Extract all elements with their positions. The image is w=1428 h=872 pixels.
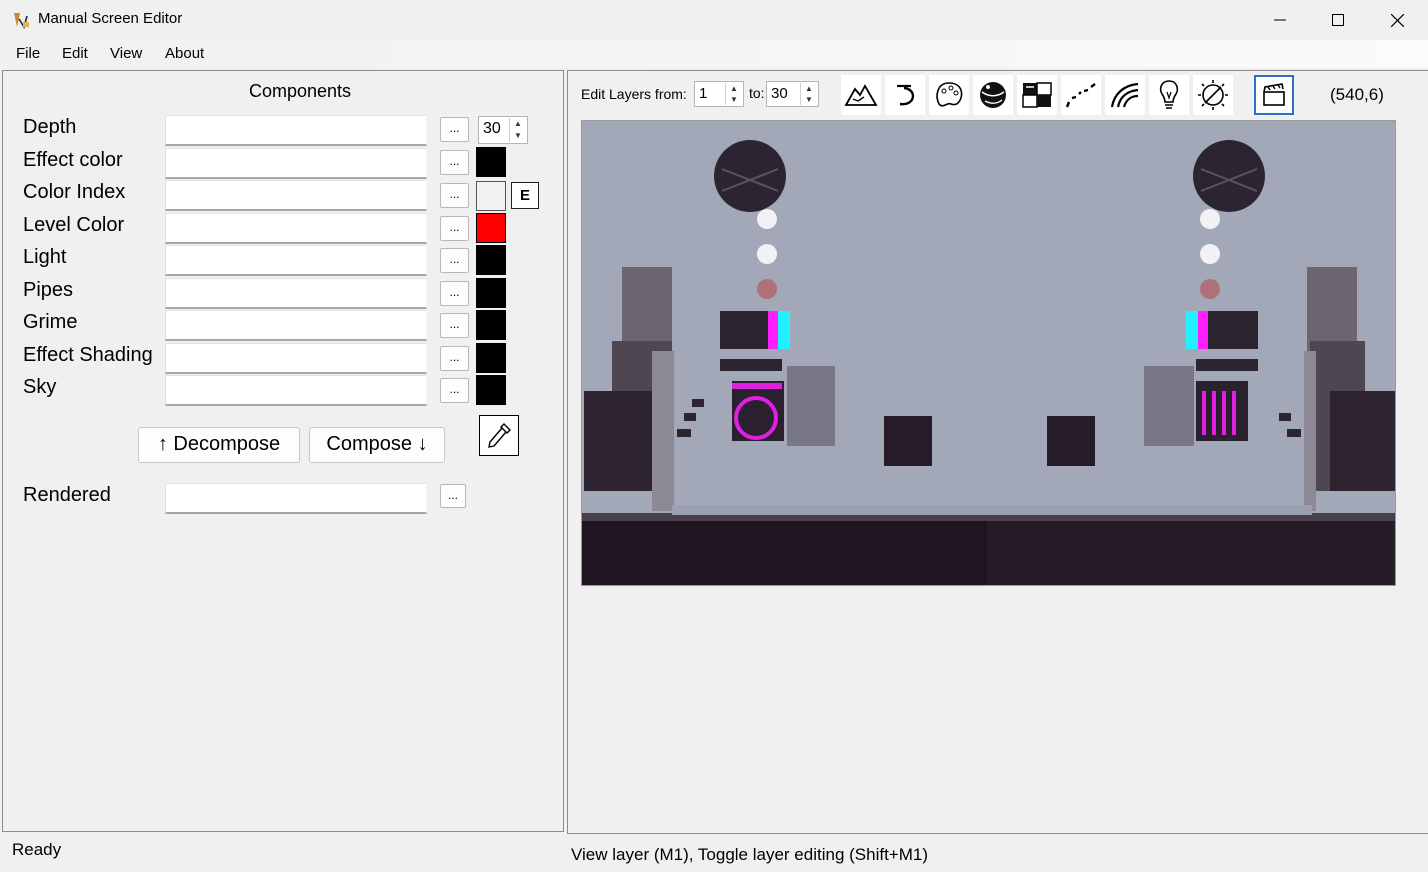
- sun-tool-button[interactable]: [1193, 75, 1233, 115]
- eyedropper-icon: [488, 423, 511, 448]
- row-label: Grime: [23, 311, 78, 333]
- pipes-field[interactable]: [165, 278, 427, 309]
- title-bar: Manual Screen Editor: [0, 0, 1428, 40]
- mountain-icon: [844, 84, 878, 106]
- status-ready: Ready: [12, 840, 62, 859]
- cursor-coordinates: (540,6): [1330, 85, 1384, 104]
- level-preview-image: [582, 121, 1395, 585]
- grime-field[interactable]: [165, 310, 427, 341]
- sky-swatch[interactable]: [476, 375, 506, 405]
- globe-tool-button[interactable]: [973, 75, 1013, 115]
- main-window: Manual Screen Editor File Edit View Abou…: [0, 0, 1428, 872]
- effect-color-field[interactable]: [165, 148, 427, 179]
- grime-browse-button[interactable]: ...: [440, 313, 469, 338]
- effect-color-swatch[interactable]: [476, 147, 506, 177]
- row-label: Sky: [23, 376, 57, 398]
- color-index-browse-button[interactable]: ...: [440, 183, 469, 208]
- down-arrow-icon[interactable]: ▼: [801, 94, 817, 105]
- effect-shading-field[interactable]: [165, 343, 427, 374]
- lightbulb-icon: [1159, 80, 1179, 109]
- wave-tool-button[interactable]: [1105, 75, 1145, 115]
- path-tool-button[interactable]: [1061, 75, 1101, 115]
- curve-icon: [897, 84, 915, 106]
- terrain-tool-button[interactable]: [841, 75, 881, 115]
- to-label: to:: [749, 85, 765, 101]
- row-label: Effect Shading: [23, 344, 153, 366]
- menu-edit[interactable]: Edit: [62, 45, 88, 62]
- row-label: Depth: [23, 116, 77, 138]
- effect-shading-swatch[interactable]: [476, 343, 506, 373]
- depth-field[interactable]: [165, 115, 427, 146]
- layer-from-value: 1: [699, 85, 708, 102]
- level-canvas[interactable]: [581, 120, 1396, 586]
- clapper-tool-button[interactable]: [1254, 75, 1294, 115]
- color-index-field[interactable]: [165, 180, 427, 211]
- rendered-label: Rendered: [23, 484, 111, 506]
- curve-tool-button[interactable]: [885, 75, 925, 115]
- components-title: Components: [248, 81, 352, 101]
- depth-browse-button[interactable]: ...: [440, 117, 469, 142]
- up-arrow-icon[interactable]: ▲: [510, 118, 526, 130]
- wave-icon: [1110, 82, 1139, 108]
- minimize-button[interactable]: [1251, 0, 1309, 40]
- up-arrow-icon[interactable]: ▲: [801, 83, 817, 94]
- light-swatch[interactable]: [476, 245, 506, 275]
- compose-button[interactable]: Compose ↓: [309, 427, 445, 463]
- rendered-field[interactable]: [165, 483, 427, 514]
- clapper-icon: [1263, 83, 1285, 106]
- eyedropper-button[interactable]: [479, 415, 519, 456]
- palette-tool-button[interactable]: [929, 75, 969, 115]
- tiles-tool-button[interactable]: [1017, 75, 1057, 115]
- row-label: Pipes: [23, 279, 74, 301]
- pipes-browse-button[interactable]: ...: [440, 281, 469, 306]
- grime-swatch[interactable]: [476, 310, 506, 340]
- sky-field[interactable]: [165, 375, 427, 406]
- edit-layers-label: Edit Layers from:: [581, 86, 687, 102]
- color-index-swatch[interactable]: [476, 181, 506, 211]
- globe-icon: [980, 82, 1006, 108]
- level-color-browse-button[interactable]: ...: [440, 216, 469, 241]
- row-label: Effect color: [23, 149, 123, 171]
- status-hint: View layer (M1), Toggle layer editing (S…: [571, 845, 928, 864]
- e-button[interactable]: E: [511, 182, 539, 209]
- light-tool-button[interactable]: [1149, 75, 1189, 115]
- tiles-icon: [1022, 82, 1052, 108]
- depth-stepper[interactable]: 30 ▲ ▼: [478, 116, 528, 144]
- palette-icon: [936, 82, 963, 107]
- effect-shading-browse-button[interactable]: ...: [440, 346, 469, 371]
- depth-value: 30: [483, 120, 501, 137]
- app-icon: [14, 13, 29, 29]
- close-icon: [1390, 13, 1404, 27]
- up-arrow-icon[interactable]: ▲: [726, 83, 742, 94]
- row-label: Light: [23, 246, 67, 268]
- path-icon: [1065, 83, 1096, 108]
- sun-icon: [1198, 80, 1228, 110]
- light-browse-button[interactable]: ...: [440, 248, 469, 273]
- row-label: Color Index: [23, 181, 126, 203]
- menu-bar: File Edit View About: [0, 40, 1428, 68]
- down-arrow-icon[interactable]: ▼: [726, 94, 742, 105]
- decompose-button[interactable]: ↑ Decompose: [138, 427, 300, 463]
- pipes-swatch[interactable]: [476, 278, 506, 308]
- minimize-icon: [1274, 19, 1286, 21]
- row-label: Level Color: [23, 214, 125, 236]
- close-button[interactable]: [1368, 0, 1426, 40]
- menu-file[interactable]: File: [16, 45, 40, 62]
- light-field[interactable]: [165, 245, 427, 276]
- effect-color-browse-button[interactable]: ...: [440, 150, 469, 175]
- rendered-browse-button[interactable]: ...: [440, 484, 466, 508]
- layer-from-stepper[interactable]: 1 ▲ ▼: [694, 81, 744, 107]
- maximize-button[interactable]: [1309, 0, 1367, 40]
- sky-browse-button[interactable]: ...: [440, 378, 469, 403]
- layer-to-stepper[interactable]: 30 ▲ ▼: [766, 81, 819, 107]
- layer-to-value: 30: [771, 85, 788, 102]
- menu-view[interactable]: View: [110, 45, 142, 62]
- down-arrow-icon[interactable]: ▼: [510, 130, 526, 142]
- maximize-icon: [1332, 14, 1344, 26]
- window-title: Manual Screen Editor: [38, 10, 183, 27]
- level-color-swatch[interactable]: [476, 213, 506, 243]
- level-color-field[interactable]: [165, 213, 427, 244]
- menu-about[interactable]: About: [165, 45, 204, 62]
